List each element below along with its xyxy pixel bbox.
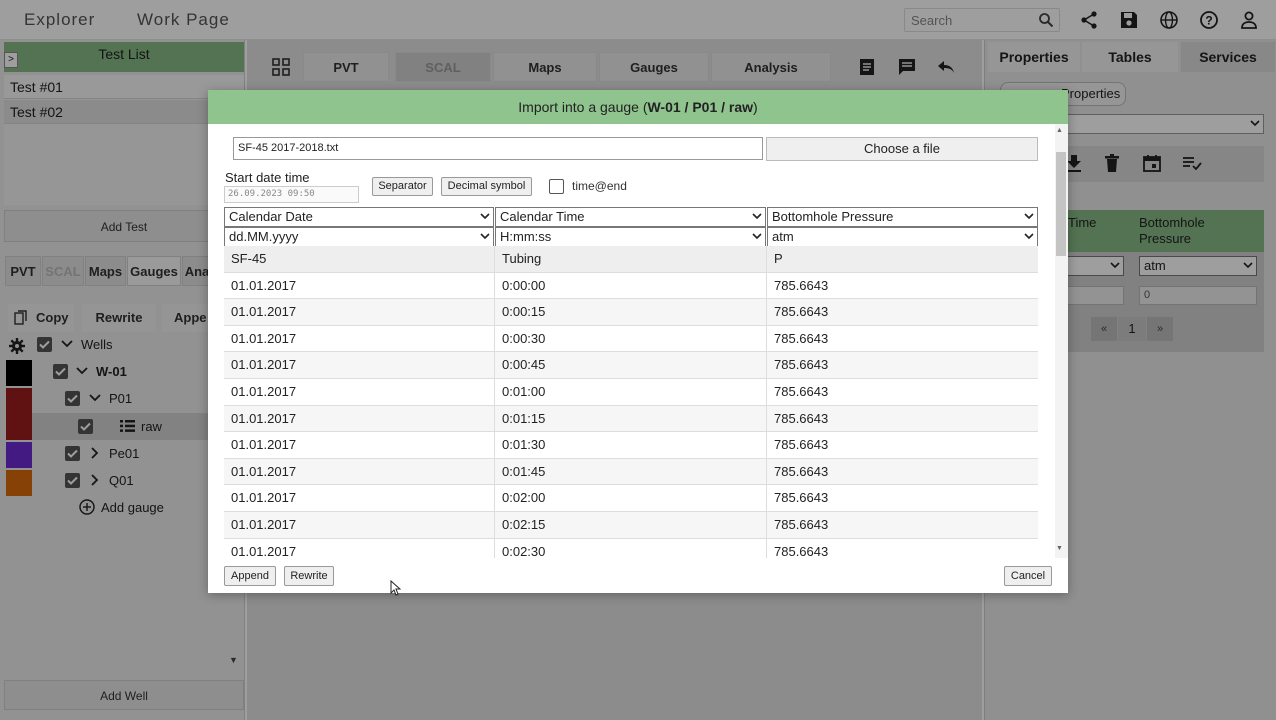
start-date-input[interactable]: 26.09.2023 09:50 [224, 186, 359, 203]
table-cell: 785.6643 [774, 463, 829, 479]
start-date-label: Start date time [225, 170, 310, 185]
table-cell: 01.01.2017 [224, 405, 495, 432]
separator-button[interactable]: Separator [372, 177, 433, 196]
table-cell: 0:02:15 [495, 512, 767, 538]
table-cell: 0:02:30 [495, 538, 767, 558]
table-row: 01.01.2017 0:01:15 785.6643 [224, 405, 1038, 433]
col2-type-select[interactable]: Calendar Time [495, 207, 766, 227]
table-cell: 785.6643 [774, 384, 829, 399]
table-cell: 0:00:00 [495, 272, 767, 299]
table-cell: 785.6643 [774, 437, 829, 453]
table-cell: 0:01:45 [495, 458, 767, 485]
table-row: 01.01.2017 0:00:30 785.6643 [224, 325, 1038, 353]
dialog-scrollbar-thumb[interactable] [1056, 152, 1066, 256]
table-cell: 0:00:30 [495, 325, 767, 352]
table-cell: 785.6643 [774, 304, 829, 320]
table-cell: 0:01:00 [495, 379, 767, 405]
col3-format-value: atm [772, 229, 794, 244]
scroll-up-arrow-icon[interactable]: ▲ [1056, 127, 1063, 134]
table-row: 01.01.2017 0:00:45 785.6643 [224, 352, 1038, 379]
col1-header: SF-45 [224, 246, 495, 272]
dialog-title-path: W-01 / P01 / raw [647, 99, 754, 115]
choose-file-button[interactable]: Choose a file [766, 137, 1038, 161]
table-cell: 01.01.2017 [224, 379, 495, 405]
rewrite-import-button[interactable]: Rewrite [284, 566, 334, 586]
table-cell: 01.01.2017 [224, 299, 495, 325]
table-cell: 0:02:00 [495, 485, 767, 511]
col1-type-select[interactable]: Calendar Date [224, 207, 494, 227]
table-cell: 0:01:30 [495, 432, 767, 458]
dialog-title-prefix: Import into a gauge ( [518, 99, 648, 115]
table-row: 01.01.2017 0:02:15 785.6643 [224, 512, 1038, 539]
table-row: 01.01.2017 0:00:00 785.6643 [224, 272, 1038, 300]
table-cell: 785.6643 [774, 490, 829, 506]
col2-header: Tubing [495, 246, 767, 272]
col2-format-select[interactable]: H:mm:ss [495, 227, 766, 247]
dialog-title-suffix: ) [753, 99, 758, 115]
col1-format-value: dd.MM.yyyy [229, 229, 299, 244]
table-cell: 01.01.2017 [224, 272, 495, 299]
table-cell: 785.6643 [774, 330, 829, 346]
table-cell: 0:00:15 [495, 299, 767, 325]
table-cell: 785.6643 [774, 277, 829, 293]
file-name-input[interactable]: SF-45 2017-2018.txt [233, 137, 763, 160]
table-cell: 0:00:45 [495, 352, 767, 378]
table-header-row: SF-45 Tubing P [224, 246, 1038, 273]
table-cell: 785.6643 [774, 543, 829, 558]
import-dialog: Import into a gauge (W-01 / P01 / raw) S… [208, 90, 1068, 593]
dialog-title: Import into a gauge (W-01 / P01 / raw) [208, 90, 1068, 124]
table-cell: 01.01.2017 [224, 485, 495, 511]
table-cell: 01.01.2017 [224, 458, 495, 485]
table-cell: 785.6643 [774, 517, 829, 532]
col3-format-select[interactable]: atm [767, 227, 1038, 247]
table-row: 01.01.2017 0:02:00 785.6643 [224, 485, 1038, 512]
preview-table: SF-45 Tubing P 01.01.2017 0:00:00 785.6643… [224, 246, 1038, 558]
table-cell: 785.6643 [774, 410, 829, 426]
col1-format-select[interactable]: dd.MM.yyyy [224, 227, 494, 247]
table-row: 01.01.2017 0:01:00 785.6643 [224, 379, 1038, 406]
time-at-end-label: time@end [572, 179, 627, 193]
table-cell: 01.01.2017 [224, 512, 495, 538]
table-cell: 01.01.2017 [224, 538, 495, 558]
col2-format-value: H:mm:ss [500, 229, 552, 244]
table-cell: 0:01:15 [495, 405, 767, 432]
append-import-button[interactable]: Append [224, 566, 276, 586]
mouse-cursor-icon [390, 580, 401, 596]
table-row: 01.01.2017 0:01:45 785.6643 [224, 458, 1038, 486]
table-cell: 01.01.2017 [224, 432, 495, 458]
col3-header: P [774, 251, 783, 266]
col2-type-value: Calendar Time [500, 209, 585, 224]
table-row: 01.01.2017 0:01:30 785.6643 [224, 432, 1038, 459]
table-row: 01.01.2017 0:00:15 785.6643 [224, 299, 1038, 326]
time-at-end-checkbox[interactable] [549, 179, 564, 194]
scroll-down-arrow-icon[interactable]: ▼ [1056, 545, 1063, 552]
cancel-button[interactable]: Cancel [1004, 566, 1052, 586]
col3-type-value: Bottomhole Pressure [772, 209, 894, 224]
table-cell: 785.6643 [774, 357, 829, 373]
col3-type-select[interactable]: Bottomhole Pressure [767, 207, 1038, 227]
table-row: 01.01.2017 0:02:30 785.6643 [224, 538, 1038, 558]
table-cell: 01.01.2017 [224, 352, 495, 378]
table-cell: 01.01.2017 [224, 325, 495, 352]
decimal-symbol-button[interactable]: Decimal symbol [441, 177, 532, 196]
col1-type-value: Calendar Date [229, 209, 313, 224]
